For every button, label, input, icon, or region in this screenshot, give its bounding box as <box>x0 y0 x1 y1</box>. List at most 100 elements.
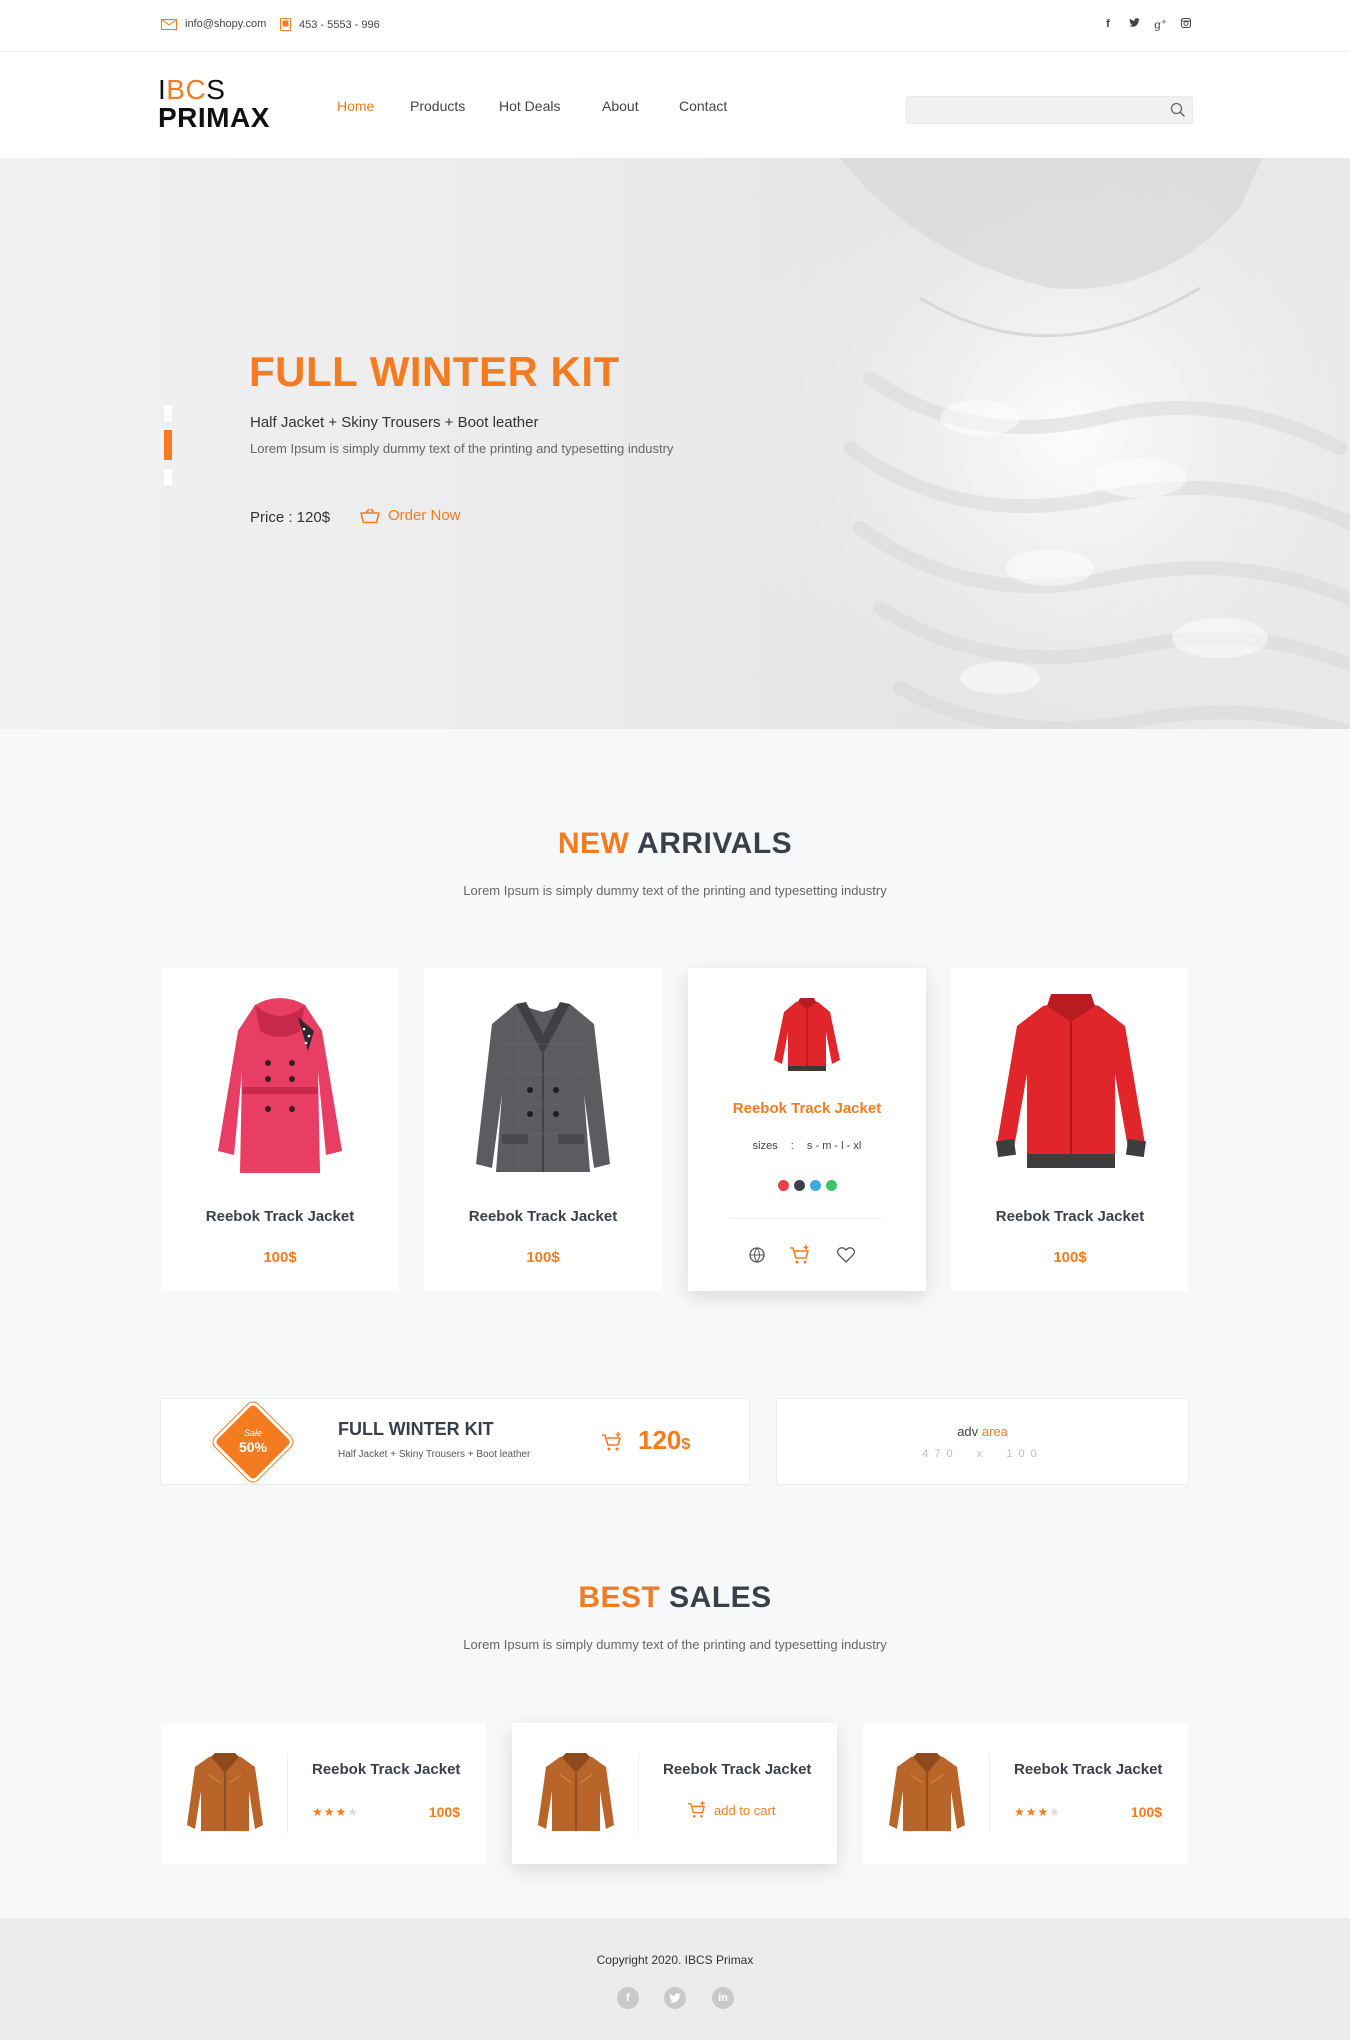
phone-text: 453 - 5553 - 996 <box>299 18 380 31</box>
logo[interactable]: IBCS PRIMAX <box>158 76 270 132</box>
product-card-2[interactable]: Reebok Track Jacket 100$ <box>424 968 662 1291</box>
add-to-cart-button[interactable]: add to cart <box>687 1801 775 1819</box>
slider-indicator-active[interactable] <box>164 430 172 460</box>
rating-stars: ★★★★ <box>1014 1805 1061 1819</box>
adv-label-accent: area <box>981 1424 1008 1439</box>
promo-title: FULL WINTER KIT <box>338 1419 494 1439</box>
search-icon[interactable] <box>1170 102 1186 118</box>
best-sale-card-2-hover[interactable]: Reebok Track Jacket add to cart <box>512 1723 837 1864</box>
adv-size: 470 x 100 <box>922 1448 1043 1460</box>
grey-blazer-image <box>476 1002 610 1172</box>
rating-stars: ★★★★ <box>312 1805 359 1819</box>
best-sales-description: Lorem Ipsum is simply dummy text of the … <box>463 1637 887 1652</box>
product-name[interactable]: Reebok Track Jacket <box>161 1208 399 1225</box>
ad-area[interactable]: adv area 470 x 100 <box>776 1398 1189 1485</box>
color-swatch-green[interactable] <box>825 1180 837 1191</box>
nav-products[interactable]: Products <box>410 98 465 114</box>
red-jacket-image <box>995 994 1147 1168</box>
hero-background-image <box>720 158 1350 729</box>
card-divider <box>638 1753 639 1833</box>
red-jacket-small-image <box>774 998 840 1071</box>
twitter-icon[interactable] <box>1128 18 1140 32</box>
product-name[interactable]: Reebok Track Jacket <box>424 1208 662 1225</box>
product-price: 100$ <box>526 1249 560 1266</box>
logo-line-2: PRIMAX <box>158 102 270 133</box>
slider-indicator-1[interactable] <box>164 405 172 421</box>
footer-facebook-icon[interactable]: f <box>617 1987 639 2009</box>
rating-filled: ★★★ <box>312 1805 348 1819</box>
card-divider <box>730 1218 884 1219</box>
promo-banner[interactable]: Sale 50% FULL WINTER KIT Half Jacket + S… <box>160 1398 750 1485</box>
footer-linkedin-icon[interactable]: in <box>712 1987 734 2009</box>
hero-description: Lorem Ipsum is simply dummy text of the … <box>250 441 674 456</box>
adv-label: adv area <box>777 1424 1188 1439</box>
promo-price-currency: $ <box>681 1436 691 1453</box>
sizes-separator: : <box>790 1140 794 1152</box>
hero-price: Price : 120$ <box>250 509 331 526</box>
sizes-label: sizes <box>752 1140 778 1152</box>
leather-jacket-image <box>187 1753 263 1831</box>
email-text: info@shopy.com <box>185 18 267 30</box>
logo-line-1: IBCS <box>158 76 270 104</box>
color-swatches <box>688 1180 926 1191</box>
search-box <box>906 96 1193 124</box>
rating-filled: ★★★ <box>1014 1805 1050 1819</box>
rating-empty: ★ <box>1049 1805 1062 1819</box>
card-divider <box>989 1753 990 1833</box>
sizes-values[interactable]: s - m - l - xl <box>807 1140 861 1152</box>
size-options: sizes : s - m - l - xl <box>688 1140 926 1152</box>
color-swatch-red[interactable] <box>777 1180 789 1191</box>
sale-badge-label: Sale <box>243 1428 262 1438</box>
search-input[interactable] <box>907 97 1157 123</box>
facebook-icon[interactable]: f <box>1102 18 1114 32</box>
title-rest: SALES <box>660 1581 772 1614</box>
add-to-cart-icon[interactable] <box>789 1245 811 1265</box>
product-card-1[interactable]: Reebok Track Jacket 100$ <box>161 968 399 1291</box>
nav-hot-deals[interactable]: Hot Deals <box>499 98 560 114</box>
promo-cart-icon[interactable] <box>601 1432 623 1452</box>
order-now-button[interactable]: Order Now <box>360 507 461 524</box>
product-name[interactable]: Reebok Track Jacket <box>951 1208 1189 1225</box>
instagram-icon[interactable] <box>1180 18 1192 32</box>
cart-icon <box>688 1801 705 1818</box>
color-swatch-dark[interactable] <box>793 1180 805 1191</box>
hero-banner: FULL WINTER KIT Half Jacket + Skiny Trou… <box>0 158 1350 729</box>
compare-icon[interactable] <box>748 1246 766 1264</box>
promo-subtitle: Half Jacket + Skiny Trousers + Boot leat… <box>338 1449 531 1460</box>
product-name[interactable]: Reebok Track Jacket <box>312 1761 460 1778</box>
nav-contact[interactable]: Contact <box>679 98 727 114</box>
email-contact[interactable]: info@shopy.com <box>161 18 266 30</box>
google-plus-icon[interactable]: g+ <box>1154 18 1167 32</box>
color-swatch-blue[interactable] <box>809 1180 821 1191</box>
wishlist-heart-icon[interactable] <box>837 1247 855 1263</box>
main-header: IBCS PRIMAX Home Products Hot Deals Abou… <box>0 52 1350 158</box>
leather-jacket-image <box>889 1753 965 1831</box>
best-sale-card-3[interactable]: Reebok Track Jacket ★★★★ 100$ <box>863 1723 1188 1864</box>
nav-about[interactable]: About <box>602 98 639 114</box>
slider-indicator-3[interactable] <box>164 469 172 485</box>
social-links-top: f g+ <box>1102 18 1192 32</box>
product-price: 100$ <box>1130 1804 1162 1820</box>
title-rest: ARRIVALS <box>629 827 793 860</box>
footer-twitter-icon[interactable] <box>664 1987 686 2009</box>
best-sales-title: BEST SALES <box>0 1581 1350 1615</box>
nav-home[interactable]: Home <box>337 98 374 114</box>
title-accent: BEST <box>578 1581 661 1614</box>
copyright-text: Copyright 2020. IBCS Primax <box>596 1953 754 1967</box>
logo-letters-bc: BC <box>166 74 207 105</box>
adv-label-pre: adv <box>957 1424 979 1439</box>
product-card-3-hover[interactable]: Reebok Track Jacket sizes : s - m - l - … <box>688 968 926 1291</box>
product-name[interactable]: Reebok Track Jacket <box>688 1100 926 1117</box>
product-price: 100$ <box>263 1249 297 1266</box>
product-price: 100$ <box>1053 1249 1087 1266</box>
order-now-label: Order Now <box>388 507 461 524</box>
phone-contact[interactable]: 453 - 5553 - 996 <box>280 18 380 31</box>
product-name[interactable]: Reebok Track Jacket <box>1014 1761 1162 1778</box>
best-sale-card-1[interactable]: Reebok Track Jacket ★★★★ 100$ <box>161 1723 486 1864</box>
product-name[interactable]: Reebok Track Jacket <box>663 1761 811 1778</box>
hero-title: FULL WINTER KIT <box>249 348 620 395</box>
card-divider <box>287 1753 288 1833</box>
product-card-4[interactable]: Reebok Track Jacket 100$ <box>951 968 1189 1291</box>
promo-price: 120$ <box>638 1425 690 1456</box>
top-bar: info@shopy.com 453 - 5553 - 996 f g+ <box>0 0 1350 52</box>
